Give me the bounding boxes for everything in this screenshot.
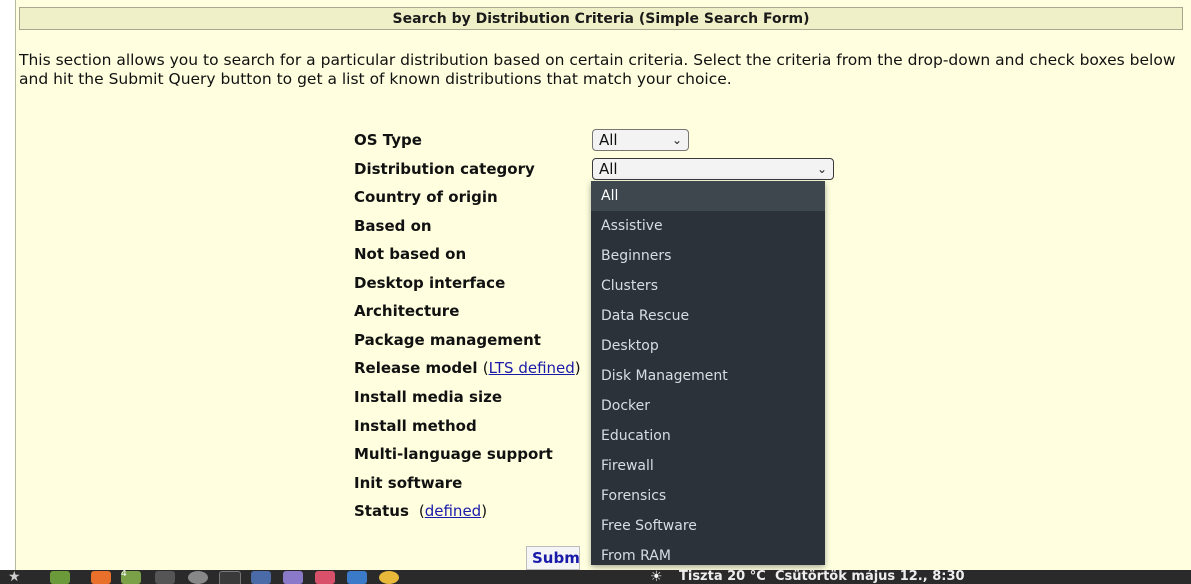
label-install-media-size: Install media size xyxy=(354,388,502,406)
label-not-based-on: Not based on xyxy=(354,245,467,263)
label-status: Status xyxy=(354,502,409,520)
lts-defined-link[interactable]: LTS defined xyxy=(489,359,575,377)
dropdown-option[interactable]: Beginners xyxy=(591,241,825,271)
star-menu-icon[interactable]: ★ xyxy=(8,570,28,584)
calculator-icon[interactable] xyxy=(155,571,175,584)
dropdown-option[interactable]: From RAM xyxy=(591,541,825,565)
category-dropdown-list[interactable]: All Assistive Beginners Clusters Data Re… xyxy=(591,181,825,565)
weather-text[interactable]: Tiszta 20 °C xyxy=(679,570,766,584)
chevron-down-icon: ⌄ xyxy=(816,162,827,176)
clock-text[interactable]: Csütörtök május 12., 8:30 xyxy=(775,570,965,584)
folder-icon[interactable]: 4 xyxy=(121,570,141,584)
dropdown-option[interactable]: Docker xyxy=(591,391,825,421)
label-install-method: Install method xyxy=(354,417,477,435)
distribution-category-select[interactable]: All ⌄ xyxy=(592,158,834,180)
dropdown-option[interactable]: Free Software xyxy=(591,511,825,541)
label-country-of-origin: Country of origin xyxy=(354,188,498,206)
dropdown-option[interactable]: Clusters xyxy=(591,271,825,301)
notes-icon[interactable] xyxy=(283,571,303,584)
files-icon[interactable] xyxy=(50,571,70,584)
section-header: Search by Distribution Criteria (Simple … xyxy=(19,7,1183,30)
label-os-type: OS Type xyxy=(354,131,422,149)
label-multi-language-support: Multi-language support xyxy=(354,445,553,463)
taskbar: ★ 4 ☀ Tiszta 20 °C Csütörtök május 12., … xyxy=(0,570,1191,584)
document-icon[interactable] xyxy=(347,571,367,584)
dropdown-option[interactable]: Desktop xyxy=(591,331,825,361)
submit-query-button[interactable]: Submit Query xyxy=(526,546,580,570)
dropdown-option[interactable]: Forensics xyxy=(591,481,825,511)
camera-icon[interactable] xyxy=(188,571,208,584)
chevron-down-icon: ⌄ xyxy=(671,133,682,147)
dropdown-option[interactable]: Education xyxy=(591,421,825,451)
status-defined-link[interactable]: defined xyxy=(425,502,481,520)
label-desktop-interface: Desktop interface xyxy=(354,274,506,292)
label-based-on: Based on xyxy=(354,217,432,235)
firefox-icon[interactable] xyxy=(91,571,111,584)
dropdown-option[interactable]: All xyxy=(591,181,825,211)
os-type-select[interactable]: All ⌄ xyxy=(592,129,689,151)
dropdown-option[interactable]: Firewall xyxy=(591,451,825,481)
chrome-icon[interactable] xyxy=(379,571,399,584)
dropdown-option[interactable]: Data Rescue xyxy=(591,301,825,331)
os-type-value: All xyxy=(599,131,618,149)
badge-count: 4 xyxy=(121,570,127,579)
intro-text: This section allows you to search for a … xyxy=(19,51,1176,88)
app-icon[interactable] xyxy=(315,571,335,584)
label-package-management: Package management xyxy=(354,331,541,349)
sun-icon: ☀ xyxy=(650,570,663,584)
dropdown-option[interactable]: Disk Management xyxy=(591,361,825,391)
screenshot-icon[interactable] xyxy=(251,571,271,584)
label-release-model: Release model xyxy=(354,359,478,377)
terminal-icon[interactable] xyxy=(219,571,241,584)
label-architecture: Architecture xyxy=(354,302,460,320)
label-status-row: Status (defined) xyxy=(354,502,488,520)
category-value: All xyxy=(599,160,618,178)
label-distribution-category: Distribution category xyxy=(354,160,535,178)
label-release-model-row: Release model (LTS defined) xyxy=(354,359,581,377)
dropdown-option[interactable]: Assistive xyxy=(591,211,825,241)
label-init-software: Init software xyxy=(354,474,463,492)
